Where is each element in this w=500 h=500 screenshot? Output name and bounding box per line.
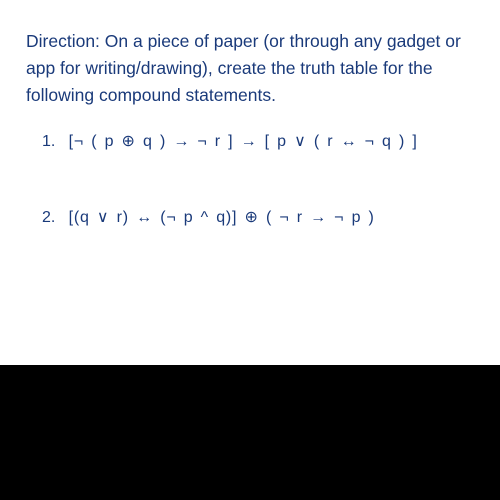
problem-1: 1. [¬ ( p ⊕ q ) → ¬ r ] → [ p ∨ ( r ↔ ¬ … xyxy=(26,131,478,151)
document-page: Direction: On a piece of paper (or throu… xyxy=(0,0,500,365)
problem-2: 2. [(q ∨ r) ↔ (¬ p ^ q)] ⊕ ( ¬ r → ¬ p ) xyxy=(26,207,478,227)
problem-expression: [(q ∨ r) ↔ (¬ p ^ q)] ⊕ ( ¬ r → ¬ p ) xyxy=(69,209,375,226)
problem-number: 1. xyxy=(42,133,55,150)
direction-text: Direction: On a piece of paper (or throu… xyxy=(26,28,478,109)
problem-expression: [¬ ( p ⊕ q ) → ¬ r ] → [ p ∨ ( r ↔ ¬ q )… xyxy=(69,133,418,150)
problem-number: 2. xyxy=(42,209,55,226)
